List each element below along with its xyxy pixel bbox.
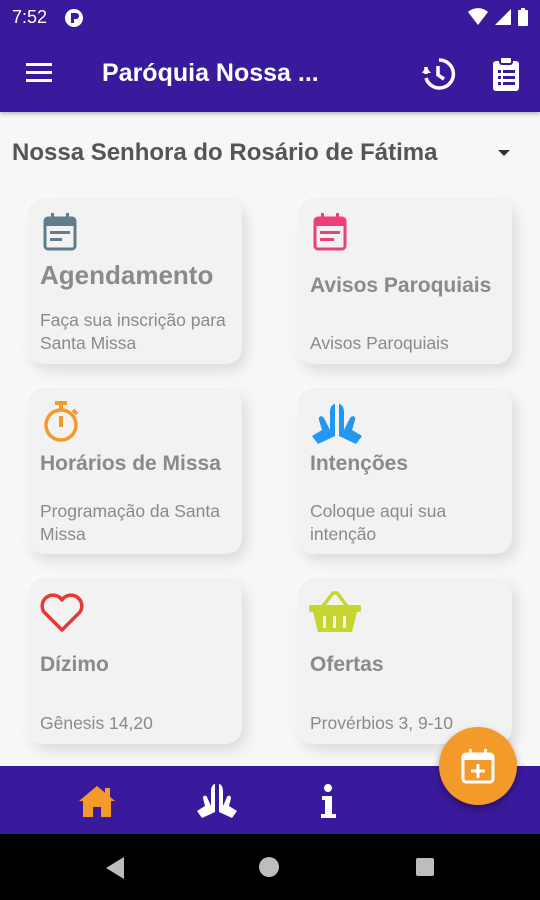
dropdown-arrow-icon [498, 150, 510, 156]
card-horarios-de-missa[interactable]: Horários de Missa Programação da Santa M… [28, 388, 242, 554]
card-intencoes[interactable]: Intenções Coloque aqui sua intenção [298, 388, 512, 554]
praying-hands-icon [312, 404, 362, 444]
calendar-icon [43, 213, 77, 251]
parish-selected-value: Nossa Senhora do Rosário de Fátima [12, 139, 438, 166]
app-bar: Paróquia Nossa ... [0, 34, 540, 112]
card-agendamento[interactable]: Agendamento Faça sua inscrição para Sant… [28, 198, 242, 364]
card-subtitle: Avisos Paroquiais [310, 333, 449, 353]
card-title: Intenções [310, 452, 409, 475]
parish-dropdown[interactable]: Nossa Senhora do Rosário de Fátima [12, 136, 512, 170]
app-title: Paróquia Nossa ... [102, 59, 319, 87]
clipboard-list-icon[interactable] [490, 56, 522, 92]
notification-app-icon [65, 9, 83, 27]
home-icon[interactable] [78, 784, 116, 818]
info-icon[interactable] [318, 783, 338, 819]
history-icon[interactable] [420, 56, 456, 92]
card-avisos-paroquiais[interactable]: Avisos Paroquiais Avisos Paroquiais [298, 198, 512, 364]
calendar-notes-icon [313, 213, 347, 251]
signal-icon [495, 9, 511, 25]
card-subtitle: Coloque aqui sua intenção [310, 501, 447, 544]
add-event-fab[interactable] [439, 727, 517, 805]
back-icon[interactable] [104, 856, 126, 880]
basket-icon [309, 591, 361, 632]
status-indicators [468, 8, 528, 26]
card-title: Dízimo [40, 653, 109, 676]
card-title: Avisos Paroquiais [310, 274, 492, 297]
heart-icon [40, 593, 84, 632]
card-subtitle: Faça sua inscrição para Santa Missa [40, 310, 226, 353]
battery-icon [518, 8, 528, 26]
wifi-icon [468, 8, 488, 25]
praying-hands-nav-icon[interactable] [195, 782, 239, 820]
home-button[interactable] [259, 857, 279, 877]
calendar-plus-icon [461, 749, 495, 784]
system-navigation-bar [0, 834, 540, 900]
status-bar: 7:52 [0, 0, 540, 34]
card-ofertas[interactable]: Ofertas Provérbios 3, 9-10 [298, 578, 512, 744]
card-dizimo[interactable]: Dízimo Gênesis 14,20 [28, 578, 242, 744]
menu-icon[interactable] [24, 60, 56, 86]
status-time: 7:52 [12, 7, 48, 27]
stopwatch-icon [44, 401, 79, 442]
recent-apps-button[interactable] [416, 858, 434, 876]
card-subtitle: Gênesis 14,20 [40, 713, 153, 733]
card-title: Agendamento [40, 260, 214, 290]
card-title: Ofertas [310, 653, 384, 676]
card-title: Horários de Missa [40, 452, 221, 475]
card-subtitle: Programação da Santa Missa [40, 501, 220, 544]
